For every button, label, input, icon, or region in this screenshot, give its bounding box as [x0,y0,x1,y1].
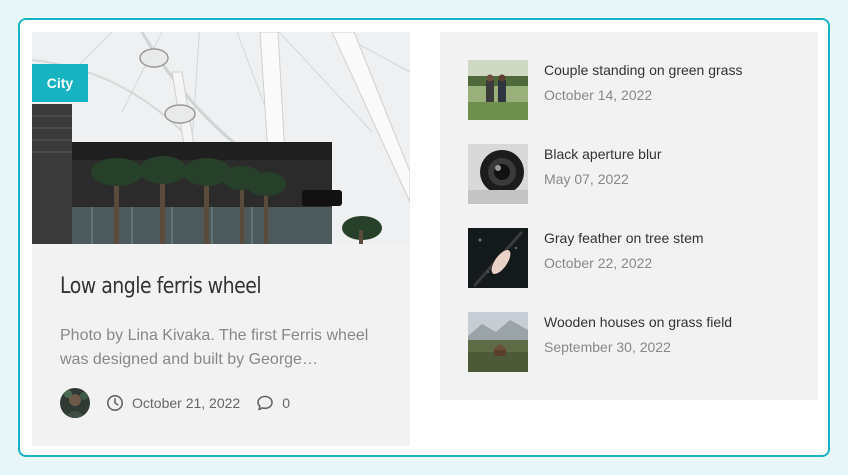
post-title[interactable]: Couple standing on green grass [544,62,742,78]
post-thumbnail[interactable] [468,312,528,372]
comment-count[interactable]: 0 [282,395,290,411]
post-thumbnail[interactable] [468,144,528,204]
post-thumbnail[interactable] [468,228,528,288]
featured-post-title[interactable]: Low angle ferris wheel [60,274,262,299]
post-date[interactable]: October 22, 2022 [544,255,652,271]
featured-post-excerpt: Photo by Lina Kivaka. The first Ferris w… [60,327,369,368]
list-item[interactable]: Gray feather on tree stem October 22, 20… [468,228,798,288]
clock-icon [106,394,124,412]
author-avatar[interactable] [60,388,90,418]
posts-widget-frame: City Low angle ferris wheel Photo by Lin… [18,18,830,457]
recent-posts-list: Couple standing on green grass October 1… [440,32,818,400]
comment-bubble-icon[interactable] [256,394,274,412]
list-item[interactable]: Black aperture blur May 07, 2022 [468,144,798,204]
post-date[interactable]: September 30, 2022 [544,339,671,355]
featured-post-date[interactable]: October 21, 2022 [132,395,240,411]
post-date[interactable]: May 07, 2022 [544,171,629,187]
post-thumbnail[interactable] [468,60,528,120]
featured-post-card[interactable]: City Low angle ferris wheel Photo by Lin… [32,32,410,446]
post-date[interactable]: October 14, 2022 [544,87,652,103]
category-badge[interactable]: City [32,64,88,102]
featured-post-meta: October 21, 2022 0 [60,388,290,418]
list-item[interactable]: Wooden houses on grass field September 3… [468,312,798,372]
post-title[interactable]: Black aperture blur [544,146,662,162]
post-title[interactable]: Gray feather on tree stem [544,230,704,246]
list-item[interactable]: Couple standing on green grass October 1… [468,60,798,120]
featured-post-image[interactable] [32,32,410,244]
post-title[interactable]: Wooden houses on grass field [544,314,732,330]
